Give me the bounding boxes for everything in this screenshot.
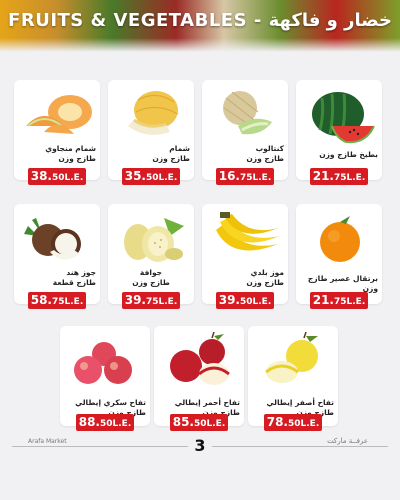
coconut-image [24, 218, 81, 260]
orange-image [320, 216, 360, 262]
price-tag: 88.50L.E. [76, 414, 134, 431]
page-number: 3 [188, 436, 212, 455]
product-card-cantaloupe[interactable]: كنتالوب طازج وزن 16.75L.E. [202, 80, 288, 185]
price-tag: 21.75L.E. [310, 292, 368, 309]
banana-image [216, 212, 280, 251]
price-tag: 85.50L.E. [170, 414, 228, 431]
price-tag: 35.50L.E. [122, 168, 180, 185]
product-card-galia-melon[interactable]: شمام منجاوي طازج وزن 38.50L.E. [14, 80, 100, 185]
price-tag: 38.50L.E. [28, 168, 86, 185]
product-card-coconut[interactable]: جوز هند طازج قطعة 58.75L.E. [14, 204, 100, 309]
product-name: موز بلدي طازج وزن [246, 268, 284, 287]
watermelon-image [312, 92, 375, 144]
cantaloupe-image [223, 91, 272, 135]
product-name: جوز هند طازج قطعة [52, 268, 96, 287]
product-card-pink-apple[interactable]: تفاح سكري إيطالي طازج وزن 88.50L.E. [60, 326, 150, 431]
footer-brand-ar: عرفــة ماركت [327, 437, 368, 445]
product-name: بطيخ طازج وزن [319, 150, 378, 159]
product-name: شمام طازج وزن [152, 144, 190, 163]
melon-image [128, 91, 179, 135]
product-card-guava[interactable]: جوافة طازج وزن 39.75L.E. [108, 204, 194, 309]
galia-melon-image [26, 95, 92, 134]
product-name: كنتالوب طازج وزن [246, 144, 284, 163]
price-tag: 58.75L.E. [28, 292, 86, 309]
product-card-orange[interactable]: برتقال عصير طازج وزن 21.75L.E. [296, 204, 382, 309]
price-tag: 78.50L.E. [264, 414, 322, 431]
product-name: برتقال عصير طازج وزن [307, 274, 378, 293]
pink-apple-image [74, 342, 132, 384]
guava-image [124, 218, 184, 262]
yellow-apple-image [265, 332, 318, 383]
price-tag: 39.75L.E. [122, 292, 180, 309]
price-tag: 21.75L.E. [310, 168, 368, 185]
product-card-melon[interactable]: شمام طازج وزن 35.50L.E. [108, 80, 194, 185]
product-card-banana[interactable]: موز بلدي طازج وزن 39.50L.E. [202, 204, 288, 309]
red-apple-image [170, 332, 230, 385]
footer-brand-en: Arafa Market [28, 438, 67, 445]
price-tag: 16.75L.E. [216, 168, 274, 185]
product-card-yellow-apple[interactable]: تفاح أصفر إيطالي طازج وزن 78.50L.E. [248, 326, 338, 431]
product-card-watermelon[interactable]: بطيخ طازج وزن 21.75L.E. [296, 80, 382, 185]
page-title: FRUITS & VEGETABLES - خضار و فاكهة [8, 10, 392, 31]
product-card-red-apple[interactable]: تفاح أحمر إيطالي طازج وزن 85.50L.E. [154, 326, 244, 431]
product-name: شمام منجاوي طازج وزن [45, 144, 96, 163]
product-name: جوافة طازج وزن [132, 268, 170, 287]
price-tag: 39.50L.E. [216, 292, 274, 309]
